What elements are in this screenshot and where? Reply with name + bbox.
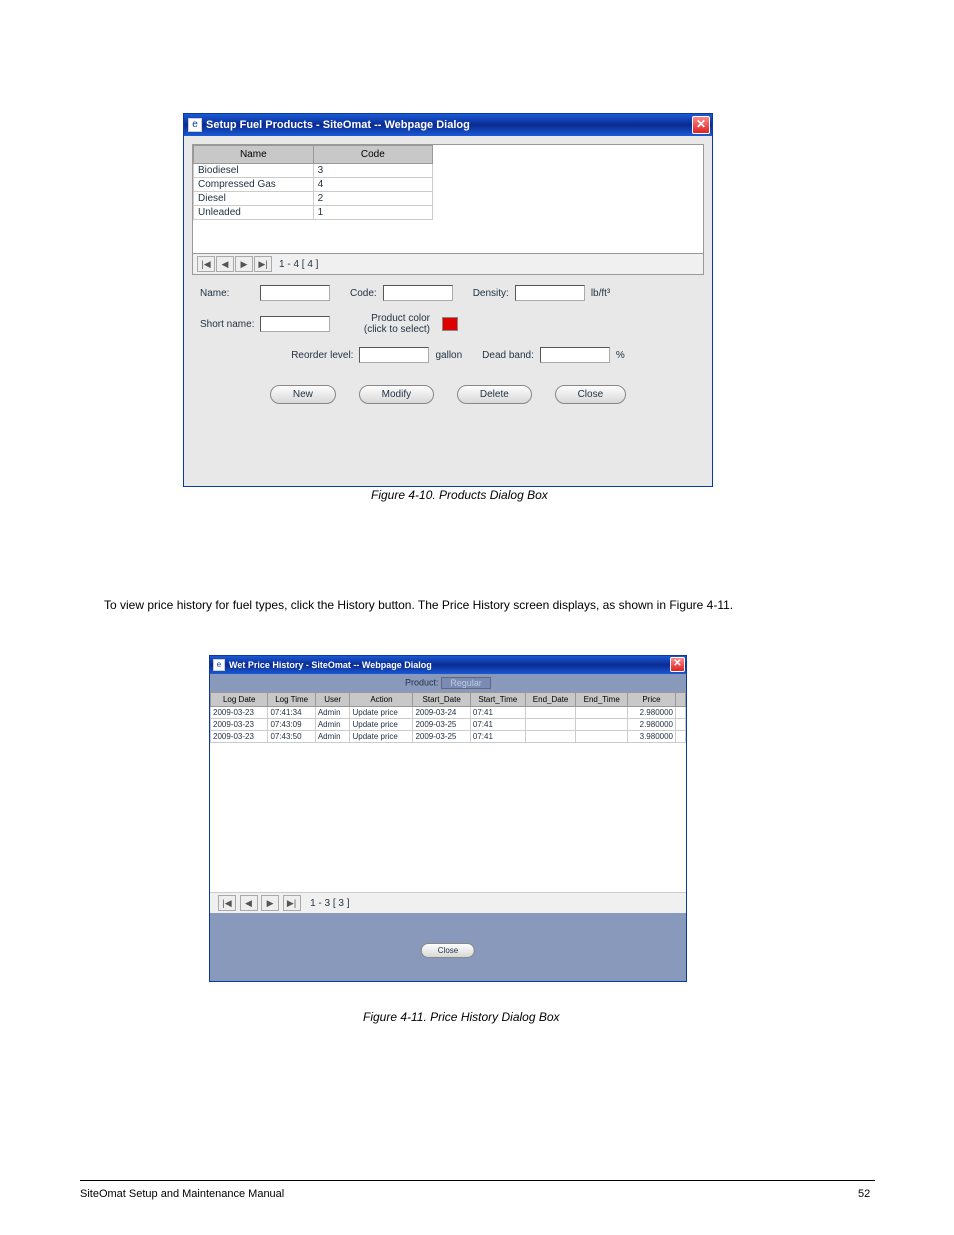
products-grid: Name Code Biodiesel 3 Compressed Gas 4 D… — [192, 144, 704, 254]
col-endtime[interactable]: End_Time — [576, 693, 627, 707]
footer-page: 52 — [858, 1188, 870, 1200]
nav-prev-icon[interactable]: ◀ — [240, 895, 258, 911]
footer-manual: SiteOmat Setup and Maintenance Manual — [80, 1188, 284, 1200]
nav-label: 1 - 3 [ 3 ] — [310, 898, 349, 909]
fig2-caption: Figure 4-11. Price History Dialog Box — [363, 1010, 560, 1024]
close-button[interactable]: Close — [421, 943, 475, 958]
col-action[interactable]: Action — [350, 693, 413, 707]
form-area: Name: Code: Density: lb/ft³ Short name: … — [192, 275, 704, 418]
dialog-body: Name Code Biodiesel 3 Compressed Gas 4 D… — [184, 136, 712, 486]
product-input[interactable]: Regular — [441, 677, 491, 689]
nav-first-icon[interactable]: |◀ — [218, 895, 236, 911]
product-label: Product: — [405, 677, 439, 687]
nav-last-icon[interactable]: ▶| — [283, 895, 301, 911]
price-history-dialog: e Wet Price History - SiteOmat -- Webpag… — [209, 655, 687, 982]
col-name[interactable]: Name — [194, 146, 314, 164]
color-swatch[interactable] — [442, 317, 458, 331]
app-icon: e — [188, 118, 202, 132]
button-row: New Modify Delete Close — [200, 375, 696, 408]
table-row[interactable]: Unleaded 1 — [194, 206, 433, 220]
density-unit: lb/ft³ — [591, 288, 610, 299]
col-startdate[interactable]: Start_Date — [413, 693, 470, 707]
density-label: Density: — [473, 288, 509, 299]
col-enddate[interactable]: End_Date — [525, 693, 576, 707]
col-starttime[interactable]: Start_Time — [470, 693, 525, 707]
view-history-text: To view price history for fuel types, cl… — [104, 598, 854, 612]
nav-next-icon[interactable]: ▶ — [235, 256, 253, 272]
col-code[interactable]: Code — [313, 146, 432, 164]
bottom-area: Close — [210, 913, 686, 981]
table-row[interactable]: 2009-03-23 07:43:50 Admin Update price 2… — [211, 731, 686, 743]
name-input[interactable] — [260, 285, 330, 301]
col-user[interactable]: User — [315, 693, 350, 707]
deadband-input[interactable] — [540, 347, 610, 363]
name-label: Name: — [200, 288, 260, 299]
reorder-label: Reorder level: — [291, 350, 353, 361]
code-input[interactable] — [383, 285, 453, 301]
col-logtime[interactable]: Log Time — [268, 693, 315, 707]
table-row[interactable]: Diesel 2 — [194, 192, 433, 206]
table-row[interactable]: Biodiesel 3 — [194, 164, 433, 178]
table-row[interactable]: 2009-03-23 07:43:09 Admin Update price 2… — [211, 719, 686, 731]
col-price[interactable]: Price — [627, 693, 675, 707]
nav-last-icon[interactable]: ▶| — [254, 256, 272, 272]
nav-prev-icon[interactable]: ◀ — [216, 256, 234, 272]
col-logdate[interactable]: Log Date — [211, 693, 268, 707]
product-bar: Product: Regular — [210, 674, 686, 692]
table-row[interactable]: 2009-03-23 07:41:34 Admin Update price 2… — [211, 707, 686, 719]
nav-next-icon[interactable]: ▶ — [261, 895, 279, 911]
deadband-label: Dead band: — [482, 350, 534, 361]
reorder-input[interactable] — [359, 347, 429, 363]
density-input[interactable] — [515, 285, 585, 301]
nav-first-icon[interactable]: |◀ — [197, 256, 215, 272]
grid-nav: |◀ ◀ ▶ ▶| 1 - 4 [ 4 ] — [192, 254, 704, 275]
title-text: Wet Price History - SiteOmat -- Webpage … — [229, 660, 432, 670]
shortname-label: Short name: — [200, 319, 260, 330]
close-icon[interactable]: ✕ — [670, 657, 685, 672]
fig1-caption: Figure 4-10. Products Dialog Box — [371, 488, 548, 502]
table-row[interactable]: Compressed Gas 4 — [194, 178, 433, 192]
grid-nav: |◀ ◀ ▶ ▶| 1 - 3 [ 3 ] — [210, 892, 686, 913]
deadband-unit: % — [616, 350, 625, 361]
titlebar: e Wet Price History - SiteOmat -- Webpag… — [210, 656, 686, 674]
title-text: Setup Fuel Products - SiteOmat -- Webpag… — [206, 119, 470, 131]
close-button[interactable]: Close — [555, 385, 627, 404]
nav-label: 1 - 4 [ 4 ] — [279, 259, 318, 270]
color-label: Product color (click to select) — [350, 313, 430, 335]
shortname-input[interactable] — [260, 316, 330, 332]
titlebar: e Setup Fuel Products - SiteOmat -- Webp… — [184, 114, 712, 136]
setup-fuel-products-dialog: e Setup Fuel Products - SiteOmat -- Webp… — [183, 113, 713, 487]
new-button[interactable]: New — [270, 385, 336, 404]
app-icon: e — [213, 659, 225, 671]
code-label: Code: — [350, 288, 377, 299]
modify-button[interactable]: Modify — [359, 385, 434, 404]
reorder-unit: gallon — [435, 350, 462, 361]
history-grid: Log Date Log Time User Action Start_Date… — [210, 692, 686, 892]
delete-button[interactable]: Delete — [457, 385, 532, 404]
close-icon[interactable]: ✕ — [692, 116, 710, 134]
